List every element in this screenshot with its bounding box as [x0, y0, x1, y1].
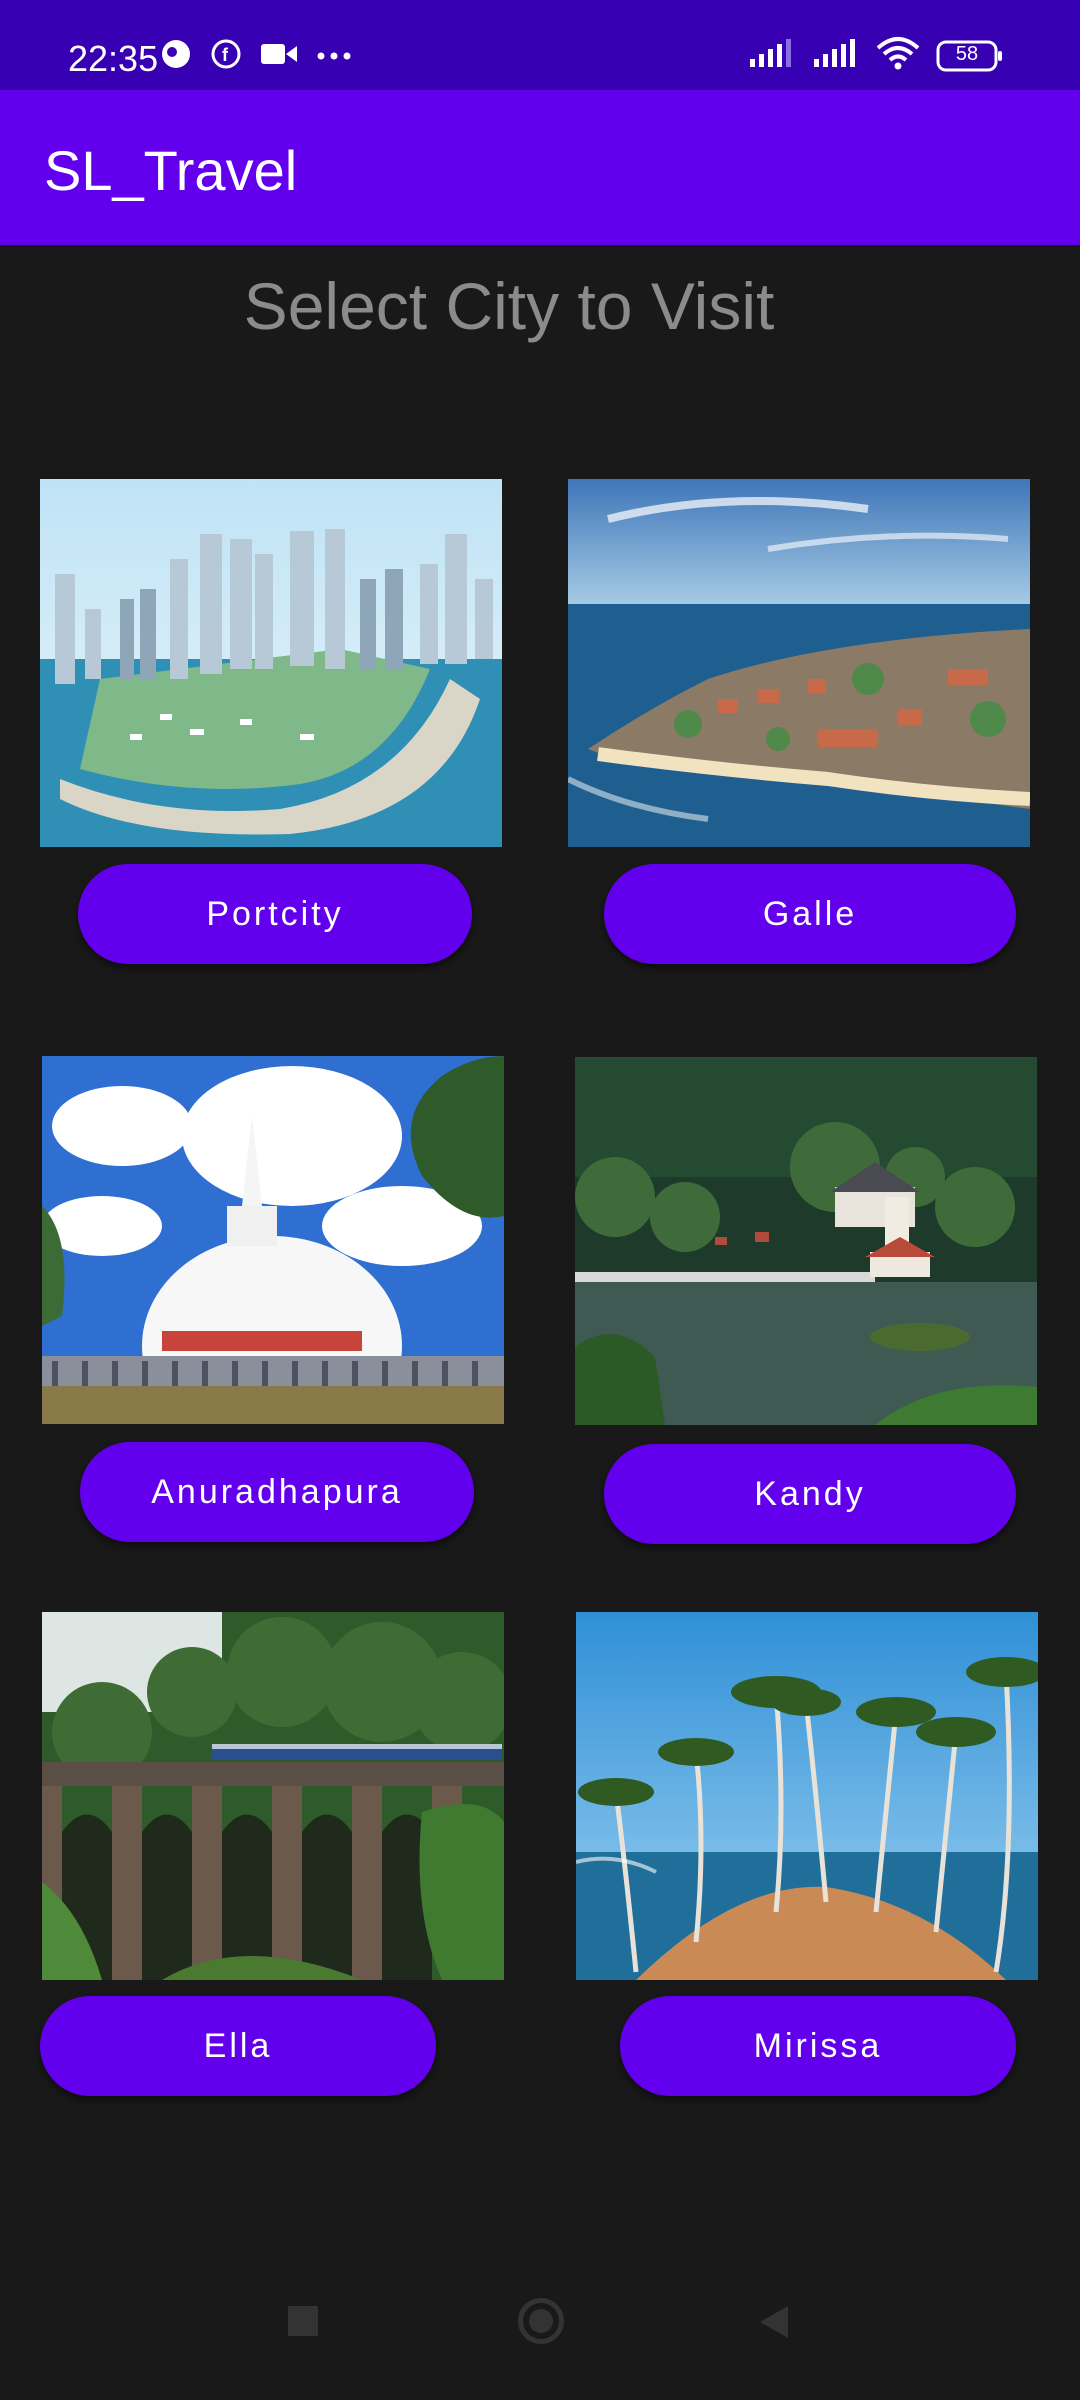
app-title: SL_Travel [44, 139, 298, 202]
back-icon[interactable] [758, 2304, 790, 2345]
portcity-image [40, 479, 502, 847]
svg-text:f: f [222, 45, 229, 65]
kandy-image [575, 1057, 1037, 1425]
ella-button[interactable]: Ella [40, 1996, 436, 2096]
mirissa-image [576, 1612, 1038, 1980]
signal-icon [748, 37, 796, 74]
ella-image [42, 1612, 504, 1980]
anuradhapura-button[interactable]: Anuradhapura [80, 1442, 474, 1542]
status-time: 22:35 [68, 38, 159, 79]
system-navigation-bar [0, 2270, 1080, 2400]
video-camera-icon [260, 40, 298, 73]
battery-icon: 58 [936, 40, 1004, 72]
wifi-icon [876, 36, 920, 75]
app-notification-icon [160, 38, 192, 75]
anuradhapura-image [42, 1056, 504, 1424]
page-heading: Select City to Visit [243, 269, 775, 343]
home-icon[interactable] [518, 2298, 564, 2344]
facebook-icon: f [210, 38, 242, 75]
kandy-button[interactable]: Kandy [604, 1444, 1016, 1544]
galle-image [568, 479, 1030, 847]
status-bar: 22:35 f 58 [0, 0, 1080, 90]
app-bar: SL_Travel [0, 90, 1080, 245]
more-notifications-icon [316, 48, 352, 66]
galle-button[interactable]: Galle [604, 864, 1016, 964]
recent-apps-icon[interactable] [288, 2306, 318, 2336]
portcity-button[interactable]: Portcity [78, 864, 472, 964]
battery-level: 58 [955, 42, 979, 65]
mirissa-button[interactable]: Mirissa [620, 1996, 1016, 2096]
signal-icon-secondary [812, 37, 860, 74]
